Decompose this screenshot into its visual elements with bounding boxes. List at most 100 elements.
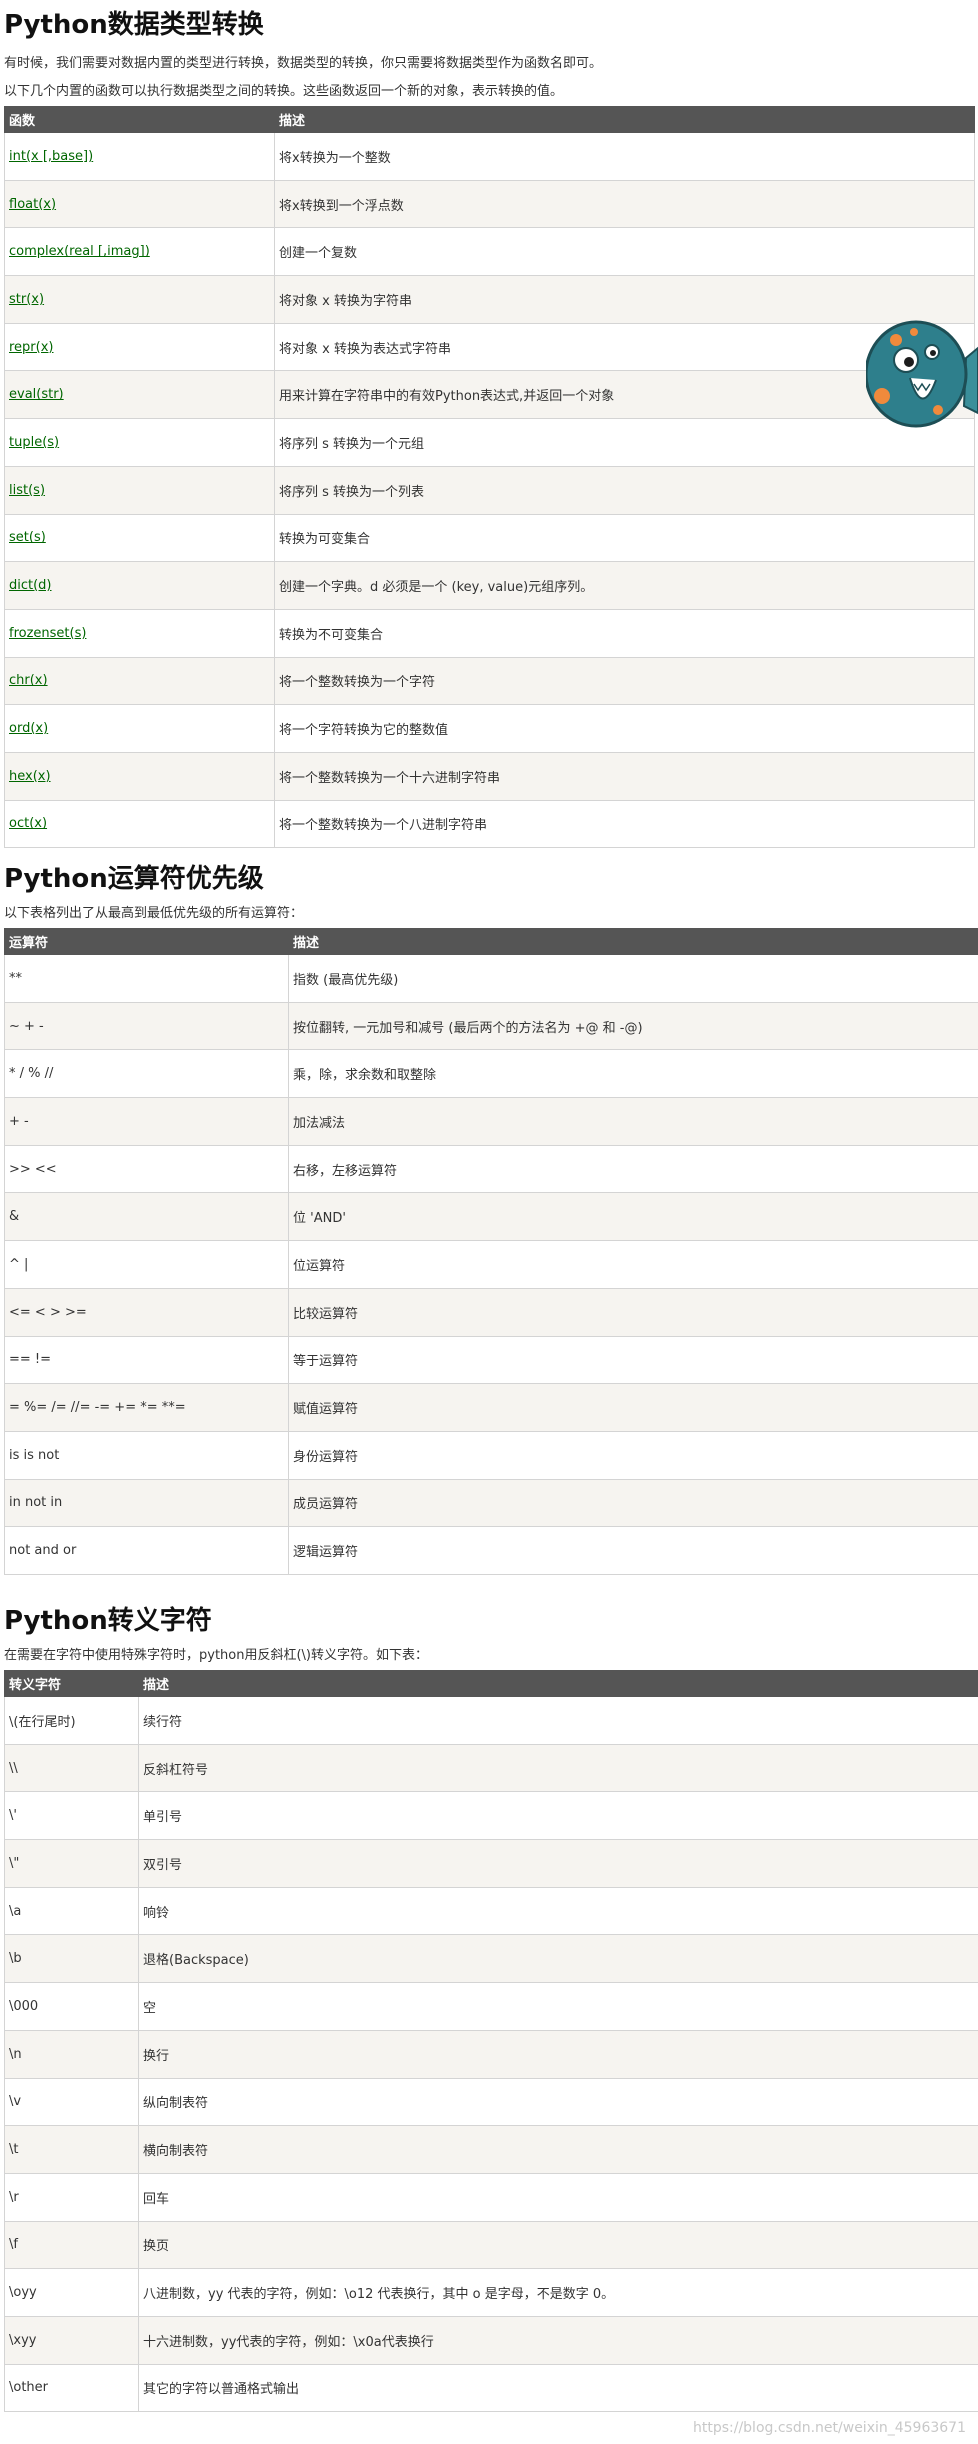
column-header: 描述	[138, 1670, 978, 1697]
table-row: \v 纵向制表符	[4, 2077, 978, 2127]
cell-key: repr(x)	[4, 322, 275, 372]
cell-description: 转换为可变集合	[274, 513, 975, 563]
cell-key: hex(x)	[4, 751, 275, 801]
cell-key: **	[4, 954, 289, 1003]
table-row: int(x [,base]) 将x转换为一个整数	[4, 132, 975, 181]
table-row: \r 回车	[4, 2172, 978, 2222]
table-row: & 位 'AND'	[4, 1192, 978, 1242]
table-row: \other 其它的字符以普通格式输出	[4, 2363, 978, 2413]
function-link[interactable]: str(x)	[9, 292, 44, 307]
column-header: 运算符	[4, 928, 289, 955]
table-row: ord(x) 将一个字符转换为它的整数值	[4, 704, 975, 753]
cell-description: 将x转换为一个整数	[274, 132, 975, 181]
cell-key: frozenset(s)	[4, 608, 275, 658]
table-row: complex(real [,imag]) 创建一个复数	[4, 227, 975, 277]
table-row: * / % //乘，除，求余数和取整除	[4, 1049, 978, 1099]
cell-description: 八进制数，yy 代表的字符，例如：\o12 代表换行，其中 o 是字母，不是数字…	[138, 2268, 978, 2317]
cell-key: >> <<	[4, 1144, 289, 1194]
cell-description: 空	[138, 1982, 978, 2031]
function-link[interactable]: eval(str)	[9, 387, 64, 402]
cell-key: \xyy	[4, 2315, 139, 2365]
cell-description: 换行	[138, 2029, 978, 2079]
cell-key: tuple(s)	[4, 418, 275, 467]
cell-key: set(s)	[4, 513, 275, 563]
table-row: \oyy 八进制数，yy 代表的字符，例如：\o12 代表换行，其中 o 是字母，…	[4, 2268, 978, 2317]
table-row: <= < > >= 比较运算符	[4, 1287, 978, 1337]
table-row: \\ 反斜杠符号	[4, 1743, 978, 1793]
function-link[interactable]: ord(x)	[9, 721, 48, 736]
cell-description: 创建一个字典。d 必须是一个 (key, value)元组序列。	[274, 561, 975, 610]
column-header: 描述	[288, 928, 978, 955]
cell-key: str(x)	[4, 275, 275, 324]
table-row: in not in 成员运算符	[4, 1478, 978, 1528]
table-row: eval(str) 用来计算在字符串中的有效Python表达式,并返回一个对象	[4, 370, 975, 420]
function-link[interactable]: set(s)	[9, 530, 46, 545]
section-operator-precedence: Python运算符优先级 以下表格列出了从最高到最低优先级的所有运算符： 运算符…	[4, 862, 978, 1575]
cell-key: list(s)	[4, 465, 275, 515]
table-row: == != 等于运算符	[4, 1335, 978, 1385]
section-title: Python转义字符	[4, 1606, 212, 1636]
cell-key: \other	[4, 2363, 139, 2413]
cell-key: ord(x)	[4, 704, 275, 753]
function-link[interactable]: int(x [,base])	[9, 149, 93, 164]
cell-key: \n	[4, 2029, 139, 2079]
table-row: \" 双引号	[4, 1839, 978, 1888]
cell-key: \r	[4, 2172, 139, 2222]
table-row: not and or 逻辑运算符	[4, 1526, 978, 1575]
cell-description: 乘，除，求余数和取整除	[288, 1049, 978, 1099]
cell-description: 横向制表符	[138, 2125, 978, 2174]
cell-key: \b	[4, 1934, 139, 1984]
cell-description: 将一个整数转换为一个十六进制字符串	[274, 751, 975, 801]
function-link[interactable]: chr(x)	[9, 673, 48, 688]
function-link[interactable]: repr(x)	[9, 340, 54, 355]
intro-paragraph: 有时候，我们需要对数据内置的类型进行转换，数据类型的转换，你只需要将数据类型作为…	[4, 56, 603, 71]
cell-key: complex(real [,imag])	[4, 227, 275, 277]
operator-table: 运算符 描述 ** 指数 (最高优先级) ~ + - 按位翻转, 一元加号和减号 (最…	[4, 928, 978, 1575]
table-row: float(x) 将x转换到一个浮点数	[4, 179, 975, 229]
cell-description: 十六进制数，yy代表的字符，例如：\x0a代表换行	[138, 2315, 978, 2365]
table-header-row: 函数 描述	[4, 106, 975, 133]
cell-key: dict(d)	[4, 561, 275, 610]
cell-description: 其它的字符以普通格式输出	[138, 2363, 978, 2413]
intro-paragraph: 以下几个内置的函数可以执行数据类型之间的转换。这些函数返回一个新的对象，表示转换…	[4, 84, 564, 99]
function-link[interactable]: list(s)	[9, 483, 45, 498]
table-row: ** 指数 (最高优先级)	[4, 954, 978, 1003]
table-row: \n 换行	[4, 2029, 978, 2079]
cell-key: \(在行尾时)	[4, 1696, 139, 1745]
cell-description: 位运算符	[288, 1240, 978, 1289]
function-link[interactable]: tuple(s)	[9, 435, 59, 450]
cell-description: 纵向制表符	[138, 2077, 978, 2127]
table-row: list(s) 将序列 s 转换为一个列表	[4, 465, 975, 515]
cell-description: 将一个整数转换为一个字符	[274, 656, 975, 706]
table-row: + - 加法减法	[4, 1097, 978, 1146]
function-link[interactable]: complex(real [,imag])	[9, 244, 150, 259]
cell-description: 创建一个复数	[274, 227, 975, 277]
cell-description: 右移，左移运算符	[288, 1144, 978, 1194]
table-row: tuple(s) 将序列 s 转换为一个元组	[4, 418, 975, 467]
table-row: is is not 身份运算符	[4, 1430, 978, 1480]
cell-key: ~ + -	[4, 1001, 289, 1051]
function-link[interactable]: hex(x)	[9, 769, 51, 784]
table-row: \f 换页	[4, 2220, 978, 2270]
table-row: ^ | 位运算符	[4, 1240, 978, 1289]
section-title: Python运算符优先级	[4, 864, 264, 894]
table-row: >> << 右移，左移运算符	[4, 1144, 978, 1194]
cell-key: <= < > >=	[4, 1287, 289, 1337]
column-header: 转义字符	[4, 1670, 139, 1697]
function-link[interactable]: oct(x)	[9, 816, 47, 831]
function-link[interactable]: dict(d)	[9, 578, 52, 593]
table-row: str(x) 将对象 x 转换为字符串	[4, 275, 975, 324]
function-link[interactable]: frozenset(s)	[9, 626, 86, 641]
table-row: \(在行尾时) 续行符	[4, 1696, 978, 1745]
cell-description: 续行符	[138, 1696, 978, 1745]
section-type-conversion: Python数据类型转换 有时候，我们需要对数据内置的类型进行转换，数据类型的转…	[4, 8, 975, 849]
cell-key: = %= /= //= -= += *= **=	[4, 1383, 289, 1432]
table-row: \b 退格(Backspace)	[4, 1934, 978, 1984]
function-link[interactable]: float(x)	[9, 197, 56, 212]
column-header: 描述	[274, 106, 975, 133]
table-row: dict(d) 创建一个字典。d 必须是一个 (key, value)元组序列。	[4, 561, 975, 610]
cell-description: 单引号	[138, 1791, 978, 1841]
table-row: chr(x) 将一个整数转换为一个字符	[4, 656, 975, 706]
cell-description: 等于运算符	[288, 1335, 978, 1385]
cell-key: not and or	[4, 1526, 289, 1575]
